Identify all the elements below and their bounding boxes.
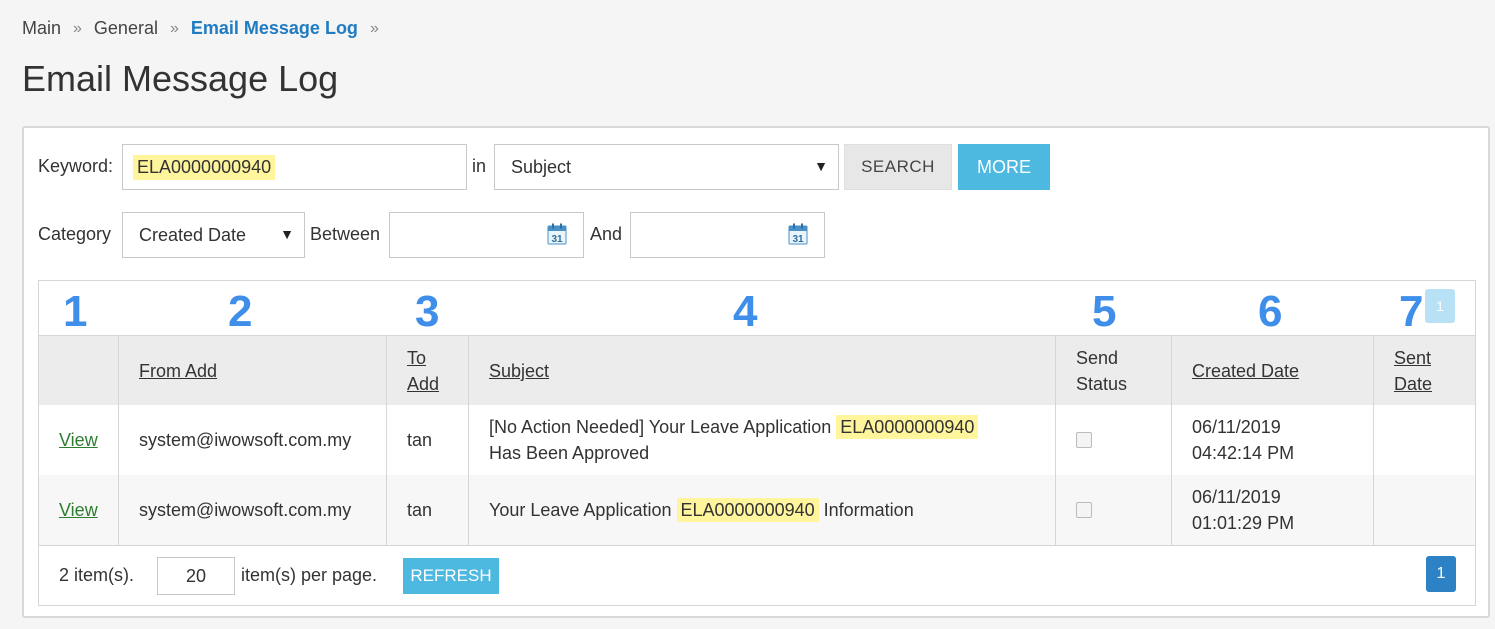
subject-text: Your Leave Application — [489, 500, 672, 520]
header-created-date[interactable]: Created Date — [1172, 336, 1374, 406]
header-send-status: Send Status — [1056, 336, 1172, 406]
header-send-status-line1: Send — [1076, 348, 1119, 368]
breadcrumb-separator: » — [169, 19, 179, 37]
per-page-label: item(s) per page. — [241, 565, 378, 585]
created-date-cell: 06/11/2019 04:42:14 PM — [1172, 405, 1374, 475]
calendar-icon[interactable]: 31 — [788, 223, 808, 245]
send-status-cell — [1056, 475, 1172, 545]
header-to-add-line1: To — [407, 348, 427, 368]
item-count: 2 item(s). — [59, 565, 135, 585]
search-panel: Keyword: ELA0000000940 in Subject ▼ SEAR… — [22, 126, 1490, 618]
sent-date-cell — [1374, 475, 1475, 545]
search-button[interactable]: SEARCH — [844, 144, 952, 190]
email-log-grid: 1 2 3 4 5 6 7 1 From Add To Add Subject S… — [38, 280, 1476, 606]
header-sent-date-line2: Date — [1394, 374, 1433, 394]
and-date-input[interactable]: 31 — [630, 212, 825, 258]
created-date: 06/11/2019 — [1192, 417, 1281, 437]
breadcrumb-main[interactable]: Main — [22, 18, 61, 39]
refresh-button[interactable]: REFRESH — [403, 558, 499, 594]
header-send-status-line2: Status — [1076, 374, 1128, 394]
breadcrumb-current[interactable]: Email Message Log — [191, 18, 358, 39]
header-subject[interactable]: Subject — [469, 336, 1056, 406]
from-cell: system@iwowsoft.com.my — [119, 405, 387, 475]
created-date: 06/11/2019 — [1192, 487, 1281, 507]
send-status-checkbox[interactable] — [1076, 502, 1092, 518]
annotation-4: 4 — [733, 287, 758, 336]
calendar-icon[interactable]: 31 — [547, 223, 567, 245]
created-date-cell: 06/11/2019 01:01:29 PM — [1172, 475, 1374, 545]
table-row: View system@iwowsoft.com.my tan [No Acti… — [39, 405, 1475, 475]
dropdown-caret-icon: ▼ — [814, 158, 828, 174]
more-button[interactable]: MORE — [958, 144, 1050, 190]
calendar-day: 31 — [551, 234, 563, 245]
calendar-day: 31 — [792, 234, 804, 245]
header-to-add[interactable]: To Add — [387, 336, 469, 406]
annotation-6: 6 — [1258, 287, 1283, 336]
page-title: Email Message Log — [22, 58, 339, 99]
keyword-value: ELA0000000940 — [133, 154, 276, 180]
annotation-7: 7 — [1399, 287, 1424, 336]
between-date-input[interactable]: 31 — [389, 212, 584, 258]
subject-text-end: Information — [823, 500, 914, 520]
created-time: 04:42:14 PM — [1192, 443, 1295, 463]
header-sent-date-line1: Sent — [1394, 348, 1432, 368]
send-status-checkbox[interactable] — [1076, 432, 1092, 448]
subject-highlight: ELA0000000940 — [676, 498, 819, 522]
header-sent-date[interactable]: Sent Date — [1374, 336, 1475, 406]
annotation-2: 2 — [228, 287, 253, 336]
subject-cell: Your Leave Application ELA0000000940 Inf… — [469, 475, 1056, 545]
breadcrumb-separator: » — [73, 19, 82, 37]
to-cell: tan — [387, 405, 469, 475]
breadcrumb: Main » General » Email Message Log » — [22, 18, 391, 39]
keyword-label: Keyword: — [38, 156, 114, 176]
category-label: Category — [38, 224, 112, 244]
sent-date-cell — [1374, 405, 1475, 475]
search-field-select[interactable]: Subject ▼ — [494, 144, 839, 190]
subject-cell: [No Action Needed] Your Leave Applicatio… — [469, 405, 1056, 475]
view-link[interactable]: View — [59, 427, 98, 453]
send-status-cell — [1056, 405, 1172, 475]
header-from-add-label: From Add — [139, 361, 218, 381]
from-cell: system@iwowsoft.com.my — [119, 475, 387, 545]
to-cell: tan — [387, 475, 469, 545]
annotation-3: 3 — [415, 287, 440, 336]
annotation-1: 1 — [63, 287, 88, 336]
per-page-input[interactable]: 20 — [157, 557, 235, 595]
breadcrumb-general[interactable]: General — [94, 18, 158, 39]
header-to-add-line2: Add — [407, 374, 440, 394]
subject-text: [No Action Needed] Your Leave Applicatio… — [489, 417, 832, 437]
view-link[interactable]: View — [59, 497, 98, 523]
subject-text-end: Has Been Approved — [489, 443, 650, 463]
in-label: in — [472, 156, 487, 176]
table-header: From Add To Add Subject Send Status Create… — [39, 335, 1475, 406]
header-subject-label: Subject — [489, 361, 550, 381]
keyword-input[interactable]: ELA0000000940 — [122, 144, 467, 190]
subject-highlight: ELA0000000940 — [836, 415, 979, 439]
breadcrumb-separator: » — [369, 19, 379, 37]
created-time: 01:01:29 PM — [1192, 513, 1295, 533]
header-from-add[interactable]: From Add — [119, 336, 387, 406]
annotation-5: 5 — [1092, 287, 1117, 336]
between-label: Between — [310, 224, 381, 244]
dropdown-caret-icon: ▼ — [280, 226, 294, 242]
top-page-badge[interactable]: 1 — [1425, 289, 1455, 323]
category-value: Created Date — [139, 224, 247, 245]
table-row: View system@iwowsoft.com.my tan Your Lea… — [39, 475, 1475, 546]
header-created-date-label: Created Date — [1192, 361, 1300, 381]
page-1-button[interactable]: 1 — [1426, 556, 1456, 592]
grid-footer: 2 item(s). 20 item(s) per page. REFRESH … — [39, 547, 1475, 605]
category-select[interactable]: Created Date ▼ — [122, 212, 305, 258]
search-field-value: Subject — [511, 156, 572, 177]
and-label: And — [590, 224, 623, 244]
header-view — [39, 336, 119, 406]
